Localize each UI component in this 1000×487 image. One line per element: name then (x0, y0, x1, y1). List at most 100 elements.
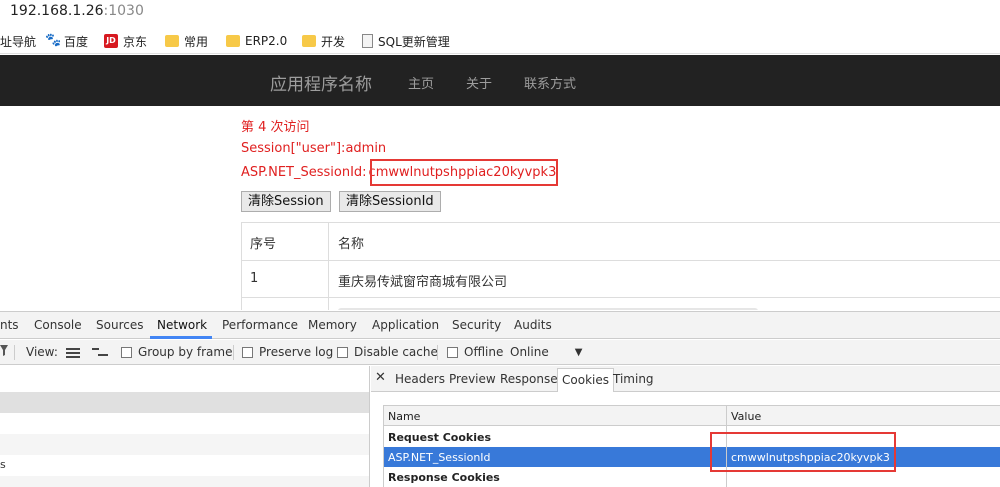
cell-index (242, 298, 329, 310)
nav-home[interactable]: 主页 (408, 73, 434, 92)
jd-icon: JD (104, 34, 118, 48)
offline-checkbox[interactable]: Offline (447, 345, 503, 359)
bookmark-label: 常用 (184, 34, 209, 49)
bookmark-baidu[interactable]: 🐾 百度 (45, 33, 88, 49)
list-item[interactable] (0, 434, 369, 455)
bookmark-folder-dev[interactable]: 开发 (302, 33, 345, 49)
table-header-row: 序号 名称 (242, 223, 1000, 261)
site-navbar: 应用程序名称 主页 关于 联系方式 (0, 55, 1000, 106)
cell-index: 1 (242, 261, 329, 297)
throttling-value: Online (510, 345, 549, 359)
col-value[interactable]: Value (731, 410, 761, 423)
clear-session-button[interactable]: 清除Session (241, 191, 331, 212)
bookmark-folder-erp[interactable]: ERP2.0 (226, 33, 287, 49)
session-user: Session["user"]:admin (241, 141, 387, 156)
toolbar-divider (233, 345, 234, 360)
folder-icon (302, 35, 316, 47)
checkbox-label: Preserve log (259, 345, 334, 359)
tab-sources[interactable]: Sources (96, 318, 143, 332)
header-index: 序号 (242, 223, 329, 260)
tab-application[interactable]: Application (372, 318, 439, 332)
list-item[interactable] (0, 392, 369, 413)
toolbar-divider (437, 345, 438, 360)
tab-audits[interactable]: Audits (514, 318, 552, 332)
bookmark-sql[interactable]: SQL更新管理 (362, 33, 450, 49)
folder-icon (165, 35, 179, 47)
checkbox-label: Disable cache (354, 345, 438, 359)
address-bar[interactable]: 192.168.1.26:1030 (0, 0, 1000, 26)
tab-cookies[interactable]: Cookies (557, 368, 614, 392)
tab-elements[interactable]: nts (0, 318, 19, 332)
checkbox-icon (121, 346, 132, 358)
col-name[interactable]: Name (388, 410, 420, 423)
tab-network[interactable]: Network (157, 318, 207, 332)
toolbar-divider (14, 345, 15, 360)
chevron-down-icon: ▼ (574, 346, 583, 358)
bookmarks-bar: 址导航 🐾 百度 JD 京东 常用 ERP2.0 开发 SQL更新管理 (0, 28, 1000, 54)
checkbox-label: Group by frame (138, 345, 233, 359)
checkbox-icon (337, 346, 348, 358)
cookie-value-highlight (710, 432, 896, 472)
group-by-frame-checkbox[interactable]: Group by frame (121, 345, 232, 359)
folder-icon (226, 35, 240, 47)
throttling-select[interactable]: Online ▼ (510, 345, 582, 359)
cookie-table-header: Name Value (384, 406, 1000, 426)
tab-memory[interactable]: Memory (308, 318, 357, 332)
visit-count: 第 4 次访问 (241, 120, 310, 135)
preserve-log-checkbox[interactable]: Preserve log (242, 345, 333, 359)
group-label: Response Cookies (388, 471, 500, 484)
cookie-row-session-id[interactable]: ASP.NET_SessionId cmwwlnutpshppiac20kyvp… (384, 447, 1000, 467)
disable-cache-checkbox[interactable]: Disable cache (337, 345, 438, 359)
request-detail: ✕ Headers Preview Response Cookies Timin… (371, 366, 1000, 487)
session-id-highlight (370, 159, 558, 186)
doc-icon (362, 34, 373, 48)
tab-headers[interactable]: Headers (395, 372, 445, 386)
bookmark-jd[interactable]: JD 京东 (104, 33, 147, 49)
list-item[interactable] (0, 476, 369, 487)
tab-console[interactable]: Console (34, 318, 82, 332)
waterfall-icon[interactable] (92, 348, 108, 358)
nav-about[interactable]: 关于 (466, 73, 492, 92)
close-icon[interactable]: ✕ (375, 370, 386, 385)
tab-response[interactable]: Response (500, 372, 558, 386)
response-cookies-group: Response Cookies (384, 467, 1000, 487)
navbar-brand[interactable]: 应用程序名称 (270, 70, 372, 95)
bookmark-label: SQL更新管理 (378, 34, 450, 49)
url-port: :1030 (103, 3, 144, 19)
url-host: 192.168.1.26 (10, 3, 104, 19)
tab-preview[interactable]: Preview (449, 372, 496, 386)
company-table: 序号 名称 1 重庆易传斌窗帘商城有限公司 (241, 222, 1000, 310)
list-item[interactable] (0, 413, 369, 434)
tab-security[interactable]: Security (452, 318, 501, 332)
table-row (242, 298, 1000, 310)
bookmark-label: ERP2.0 (245, 34, 288, 48)
cookie-table: Name Value Request Cookies ASP.NET_Sessi… (383, 405, 1000, 487)
request-cookies-group: Request Cookies (384, 427, 1000, 447)
checkbox-label: Offline (464, 345, 504, 359)
nav-contact[interactable]: 联系方式 (524, 73, 576, 92)
bookmark-label: 开发 (321, 34, 346, 49)
large-rows-icon[interactable] (66, 348, 80, 358)
list-item[interactable]: s (0, 455, 369, 476)
cookie-name: ASP.NET_SessionId (388, 451, 491, 464)
cell-name: 重庆易传斌窗帘商城有限公司 (338, 275, 508, 290)
filter-icon[interactable] (0, 343, 8, 357)
view-label: View: (26, 345, 58, 359)
tab-timing[interactable]: Timing (613, 372, 654, 386)
checkbox-icon (242, 346, 253, 358)
bookmark-label: 址导航 (0, 34, 37, 49)
header-name: 名称 (338, 237, 365, 252)
bookmark-label: 京东 (123, 34, 148, 49)
detail-tabbar: ✕ Headers Preview Response Cookies Timin… (371, 366, 1000, 392)
devtools-tabbar: nts Console Sources Network Performance … (0, 312, 1000, 339)
clear-session-id-button[interactable]: 清除SessionId (339, 191, 441, 212)
clipped-row-content (338, 308, 758, 310)
bookmark-nav[interactable]: 址导航 (0, 33, 36, 49)
session-id-label: ASP.NET_SessionId: (241, 165, 367, 180)
tab-performance[interactable]: Performance (222, 318, 298, 332)
bookmark-folder-common[interactable]: 常用 (165, 33, 208, 49)
bookmark-label: 百度 (64, 34, 89, 49)
url-text[interactable]: 192.168.1.26:1030 (10, 3, 144, 19)
paw-icon: 🐾 (45, 33, 62, 48)
checkbox-icon (447, 346, 458, 358)
